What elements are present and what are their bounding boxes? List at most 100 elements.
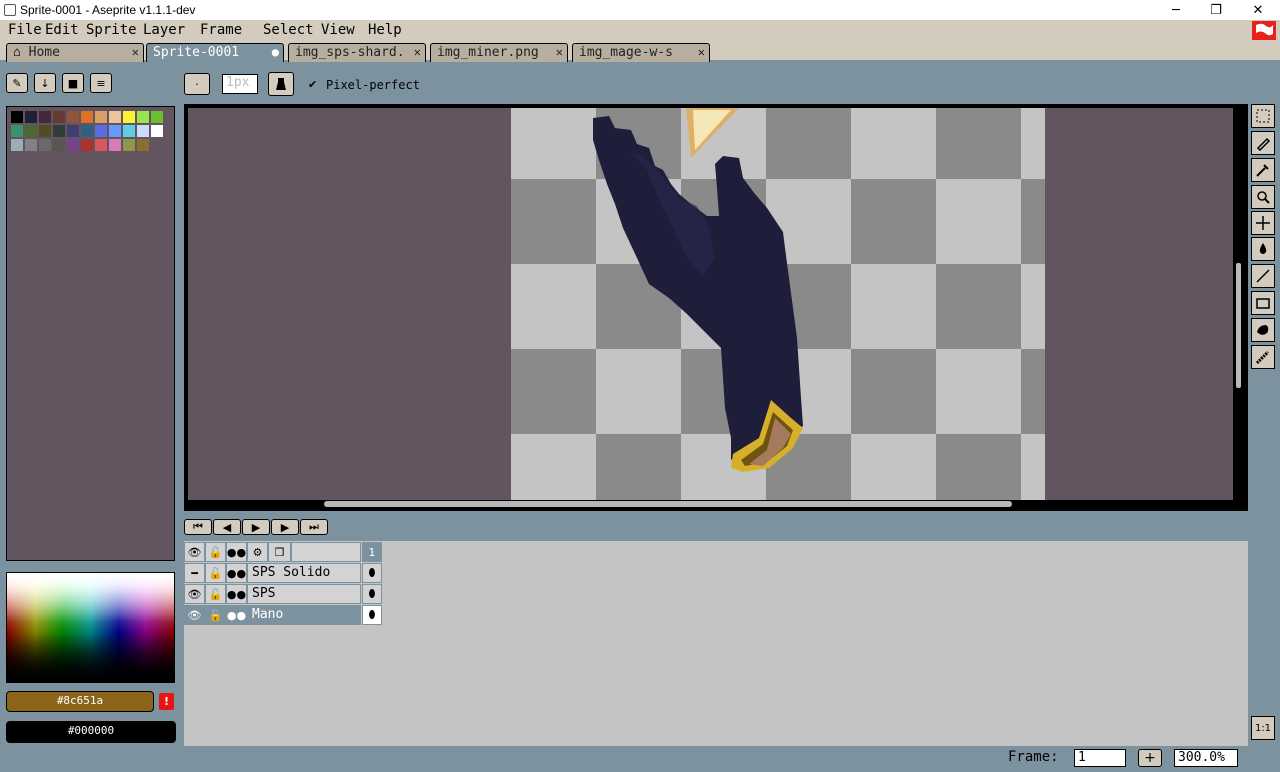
cel-icon[interactable]: ⬮ [362,584,382,604]
palette-swatch[interactable] [53,139,65,151]
tab-close-icon[interactable]: ✕ [698,44,705,61]
tab-sprite-0001[interactable]: Sprite-0001 ● [146,43,284,62]
presets-icon[interactable]: ■ [62,73,84,93]
previous-frame-icon[interactable]: ◀ [213,519,241,535]
palette-swatch[interactable] [67,125,79,137]
vertical-scrollbar[interactable] [1234,108,1244,500]
palette-swatch[interactable] [109,111,121,123]
contour-tool-icon[interactable] [1251,318,1275,342]
palette-swatch[interactable] [25,111,37,123]
tab-close-icon[interactable]: ✕ [414,44,421,61]
cel-icon[interactable]: ⬮ [362,563,382,583]
first-frame-icon[interactable]: ⏮ [184,519,212,535]
palette-swatch[interactable] [137,111,149,123]
tab-img-sps-shard[interactable]: img_sps-shard. ✕ [288,43,426,62]
palette-swatch[interactable] [95,111,107,123]
menu-help[interactable]: Help [368,20,402,42]
blur-tool-icon[interactable] [1251,345,1275,369]
palette-swatch[interactable] [39,125,51,137]
rectangle-tool-icon[interactable] [1251,291,1275,315]
tab-img-miner[interactable]: img_miner.png ✕ [430,43,568,62]
menu-edit[interactable]: Edit [45,20,79,42]
palette-swatch[interactable] [25,125,37,137]
background-color-button[interactable]: #000000 [6,721,176,743]
onion-skin-header-icon[interactable]: ●● [226,542,247,562]
scroll-thumb[interactable] [1236,263,1241,388]
layer-onion-icon[interactable]: ●● [226,563,247,583]
palette-swatch[interactable] [95,139,107,151]
warning-icon[interactable]: ! [159,693,174,710]
palette-swatch[interactable] [123,125,135,137]
menu-sprite[interactable]: Sprite [86,20,137,42]
palette-swatch[interactable] [137,125,149,137]
color-spectrum[interactable] [6,572,175,683]
tab-close-icon[interactable]: ✕ [132,44,139,61]
visibility-header-eye-icon[interactable]: 👁 [184,542,205,562]
marquee-tool-icon[interactable] [1251,104,1275,128]
palette-swatch[interactable] [123,111,135,123]
palette-swatch[interactable] [11,111,23,123]
palette-swatch[interactable] [11,139,23,151]
frame-number-1[interactable]: 1 [362,542,382,562]
sprite-editor[interactable] [184,104,1248,511]
play-icon[interactable]: ▶ [242,519,270,535]
close-button[interactable]: ✕ [1238,0,1278,20]
palette-swatch[interactable] [137,139,149,151]
palette-swatch[interactable] [67,139,79,151]
menu-select[interactable]: Select [263,20,314,42]
palette-swatch[interactable] [109,139,121,151]
palette-swatch[interactable] [39,139,51,151]
maximize-button[interactable]: ❐ [1196,0,1236,20]
zoom-1-1-button[interactable]: 1:1 [1251,716,1275,740]
palette-swatch[interactable] [109,125,121,137]
menu-layer[interactable]: Layer [143,20,185,42]
palette-options-icon[interactable]: ≡ [90,73,112,93]
menu-file[interactable]: File [8,20,42,42]
frame-input[interactable]: 1 [1074,749,1126,767]
menu-view[interactable]: View [321,20,355,42]
brush-size-input[interactable]: 1px [222,74,258,94]
layer-lock-icon[interactable]: 🔓 [205,563,226,583]
gear-icon[interactable]: ⚙ [247,542,268,562]
tab-img-mage[interactable]: img_mage-w-s ✕ [572,43,710,62]
palette-swatch[interactable] [39,111,51,123]
palette-swatch[interactable] [53,125,65,137]
scroll-thumb[interactable] [324,501,1012,507]
sprite-canvas[interactable] [511,108,1045,500]
tab-modified-icon[interactable]: ● [272,44,279,61]
minimize-button[interactable]: ─ [1156,0,1196,20]
next-frame-icon[interactable]: ▶ [271,519,299,535]
layer-visibility-eye-icon[interactable]: 👁 [184,605,205,625]
sort-palette-icon[interactable]: ↓ [34,73,56,93]
layer-hidden-icon[interactable]: ━ [184,563,205,583]
palette-swatch[interactable] [25,139,37,151]
layer-name-mano[interactable]: Mano [247,605,361,625]
brush-type-button[interactable]: · [184,73,210,95]
paint-bucket-tool-icon[interactable] [1251,237,1275,261]
palette-swatch[interactable] [67,111,79,123]
palette-swatch[interactable] [11,125,23,137]
line-tool-icon[interactable] [1251,264,1275,288]
layer-lock-icon[interactable]: 🔓 [205,584,226,604]
foreground-color-button[interactable]: #8c651a [6,691,154,712]
layer-lock-icon[interactable]: 🔓 [205,605,226,625]
pixel-perfect-checkbox[interactable]: ✔ [308,78,317,91]
zoom-tool-icon[interactable] [1251,185,1275,209]
palette-swatch[interactable] [81,139,93,151]
add-frame-button[interactable]: + [1138,749,1162,767]
palette-swatch[interactable] [53,111,65,123]
tab-home[interactable]: ⌂ Home ✕ [6,43,144,62]
palette-swatch[interactable] [95,125,107,137]
eyedropper-tool-icon[interactable] [1251,158,1275,182]
zoom-input[interactable]: 300.0% [1174,749,1238,767]
palette-swatch[interactable] [81,111,93,123]
layers-icon[interactable]: ❐ [268,542,291,562]
edit-palette-icon[interactable]: ✎ [6,73,28,93]
palette-swatch[interactable] [81,125,93,137]
layer-visibility-eye-icon[interactable]: 👁 [184,584,205,604]
palette-swatch[interactable] [123,139,135,151]
menu-frame[interactable]: Frame [200,20,242,42]
layer-name-sps-solido[interactable]: SPS Solido [247,563,361,583]
palette-swatch[interactable] [151,111,163,123]
lock-header-icon[interactable]: 🔓 [205,542,226,562]
